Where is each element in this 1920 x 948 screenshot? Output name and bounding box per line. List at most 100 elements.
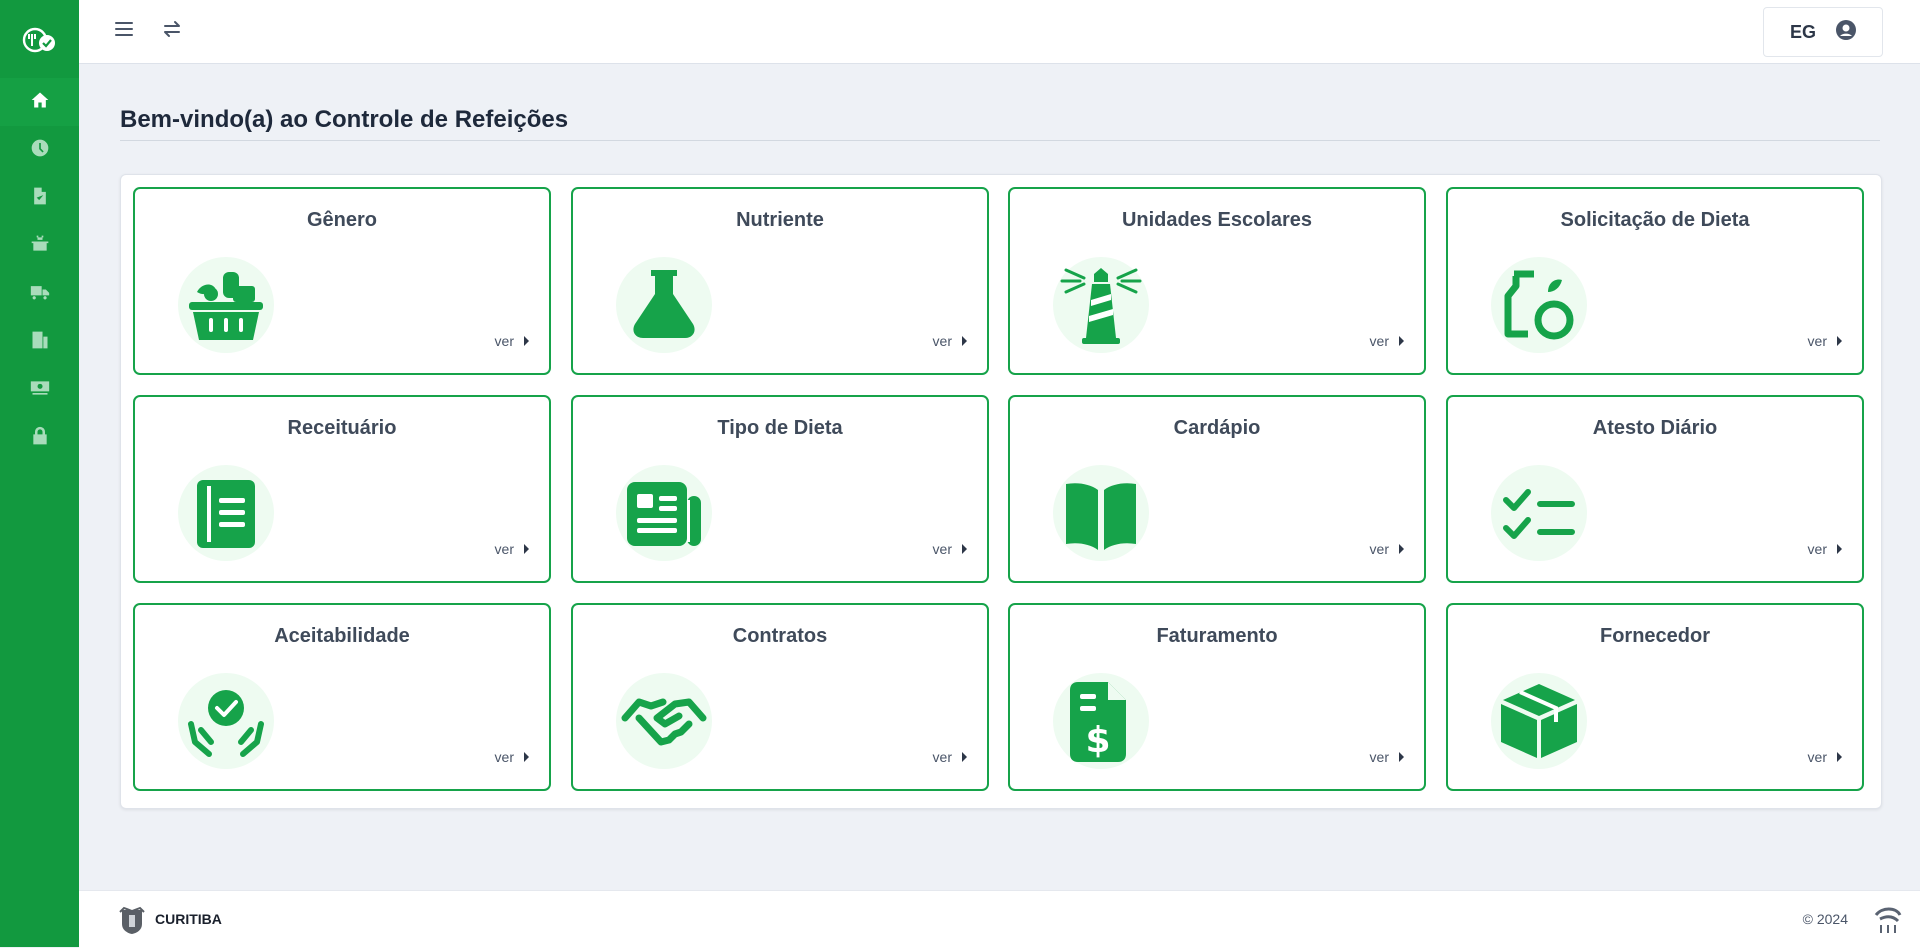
- sidebar-item-documents[interactable]: [0, 174, 79, 222]
- ver-label: ver: [494, 333, 514, 349]
- caret-right-icon: [1399, 752, 1404, 762]
- ver-label: ver: [932, 749, 952, 765]
- caret-right-icon: [962, 544, 967, 554]
- sidebar-item-delivery[interactable]: [0, 270, 79, 318]
- card-title: Cardápio: [1173, 417, 1261, 439]
- lighthouse-icon: [1053, 257, 1149, 353]
- bottle-apple-icon: [1491, 257, 1587, 353]
- footer-copyright: © 2024: [1802, 911, 1848, 927]
- grocery-basket-icon: [178, 257, 274, 353]
- building-icon: [30, 330, 50, 354]
- card-title: Gênero: [306, 209, 378, 231]
- card-ver-link[interactable]: ver: [495, 333, 529, 349]
- city-crest-icon: [116, 904, 148, 936]
- svg-text:$: $: [1085, 720, 1110, 761]
- card-ver-link[interactable]: ver: [1370, 749, 1404, 765]
- card-aceitabilidade[interactable]: Aceitabilidade ver: [133, 603, 551, 791]
- title-divider: [120, 140, 1880, 141]
- ver-label: ver: [1369, 541, 1389, 557]
- footer: CURITIBA © 2024: [79, 890, 1920, 948]
- ver-label: ver: [1807, 333, 1827, 349]
- flask-icon: [616, 257, 712, 353]
- ver-label: ver: [494, 541, 514, 557]
- card-cardapio[interactable]: Cardápio ver: [1008, 395, 1426, 583]
- newspaper-icon: [616, 465, 712, 561]
- sidebar-item-home[interactable]: [0, 78, 79, 126]
- sidebar-item-buildings[interactable]: [0, 318, 79, 366]
- sidebar-item-history[interactable]: [0, 126, 79, 174]
- sidebar-item-kitchen[interactable]: [0, 222, 79, 270]
- user-menu-button[interactable]: EG: [1763, 7, 1883, 57]
- swap-button[interactable]: [159, 18, 185, 44]
- sidebar-item-finance[interactable]: [0, 366, 79, 414]
- caret-right-icon: [962, 336, 967, 346]
- card-title: Faturamento: [1156, 625, 1278, 647]
- card-atesto-diario[interactable]: Atesto Diário ver: [1446, 395, 1864, 583]
- open-book-icon: [1053, 465, 1149, 561]
- notebook-icon: [178, 465, 274, 561]
- card-fornecedor[interactable]: Fornecedor ver: [1446, 603, 1864, 791]
- box-icon: [1491, 673, 1587, 769]
- card-title: Aceitabilidade: [274, 625, 410, 647]
- invoice-dollar-icon: $: [1053, 673, 1149, 769]
- card-title: Receituário: [287, 417, 397, 439]
- checklist-icon: [1491, 465, 1587, 561]
- user-initials: EG: [1789, 21, 1816, 42]
- card-unidades-escolares[interactable]: Unidades Escolares ver: [1008, 187, 1426, 375]
- card-receituario[interactable]: Receituário ver: [133, 395, 551, 583]
- card-ver-link[interactable]: ver: [933, 749, 967, 765]
- caret-right-icon: [524, 336, 529, 346]
- clock-icon: [30, 138, 50, 162]
- card-ver-link[interactable]: ver: [1808, 749, 1842, 765]
- card-title: Contratos: [732, 625, 828, 647]
- truck-icon: [30, 282, 50, 306]
- card-tipo-de-dieta[interactable]: Tipo de Dieta ver: [571, 395, 989, 583]
- home-icon: [30, 90, 50, 114]
- cooking-pot-icon: [30, 234, 50, 258]
- card-ver-link[interactable]: ver: [933, 541, 967, 557]
- ver-label: ver: [932, 333, 952, 349]
- money-icon: [30, 378, 50, 402]
- card-title: Fornecedor: [1599, 625, 1711, 647]
- caret-right-icon: [1399, 544, 1404, 554]
- caret-right-icon: [962, 752, 967, 762]
- card-solicitacao-de-dieta[interactable]: Solicitação de Dieta ver: [1446, 187, 1864, 375]
- ver-label: ver: [1807, 541, 1827, 557]
- caret-right-icon: [524, 752, 529, 762]
- ver-label: ver: [1369, 749, 1389, 765]
- card-nutriente[interactable]: Nutriente ver: [571, 187, 989, 375]
- card-title: Atesto Diário: [1592, 417, 1718, 439]
- ici-logo-icon: [1872, 905, 1904, 935]
- caret-right-icon: [1837, 336, 1842, 346]
- modules-panel: Gênero ver Nutriente ver Unidades Escola…: [120, 174, 1882, 809]
- card-contratos[interactable]: Contratos ver: [571, 603, 989, 791]
- card-title: Unidades Escolares: [1121, 209, 1313, 231]
- lock-icon: [30, 426, 50, 450]
- sidebar: [0, 0, 79, 947]
- card-ver-link[interactable]: ver: [1808, 333, 1842, 349]
- card-faturamento[interactable]: Faturamento $ ver: [1008, 603, 1426, 791]
- caret-right-icon: [524, 544, 529, 554]
- sidebar-item-security[interactable]: [0, 414, 79, 462]
- card-ver-link[interactable]: ver: [933, 333, 967, 349]
- card-ver-link[interactable]: ver: [495, 541, 529, 557]
- card-ver-link[interactable]: ver: [1808, 541, 1842, 557]
- footer-brand: CURITIBA: [155, 911, 222, 927]
- hamburger-icon: [114, 19, 134, 43]
- topbar: EG: [79, 0, 1920, 64]
- card-ver-link[interactable]: ver: [1370, 333, 1404, 349]
- card-title: Tipo de Dieta: [717, 417, 843, 439]
- ver-label: ver: [1807, 749, 1827, 765]
- ver-label: ver: [494, 749, 514, 765]
- card-ver-link[interactable]: ver: [495, 749, 529, 765]
- ver-label: ver: [1369, 333, 1389, 349]
- card-title: Nutriente: [736, 209, 824, 231]
- arrows-swap-icon: [162, 19, 182, 43]
- card-genero[interactable]: Gênero ver: [133, 187, 551, 375]
- meal-shield-logo-icon[interactable]: [22, 24, 58, 56]
- ver-label: ver: [932, 541, 952, 557]
- card-ver-link[interactable]: ver: [1370, 541, 1404, 557]
- caret-right-icon: [1399, 336, 1404, 346]
- menu-toggle-button[interactable]: [111, 18, 137, 44]
- page-title: Bem-vindo(a) ao Controle de Refeições: [120, 106, 569, 133]
